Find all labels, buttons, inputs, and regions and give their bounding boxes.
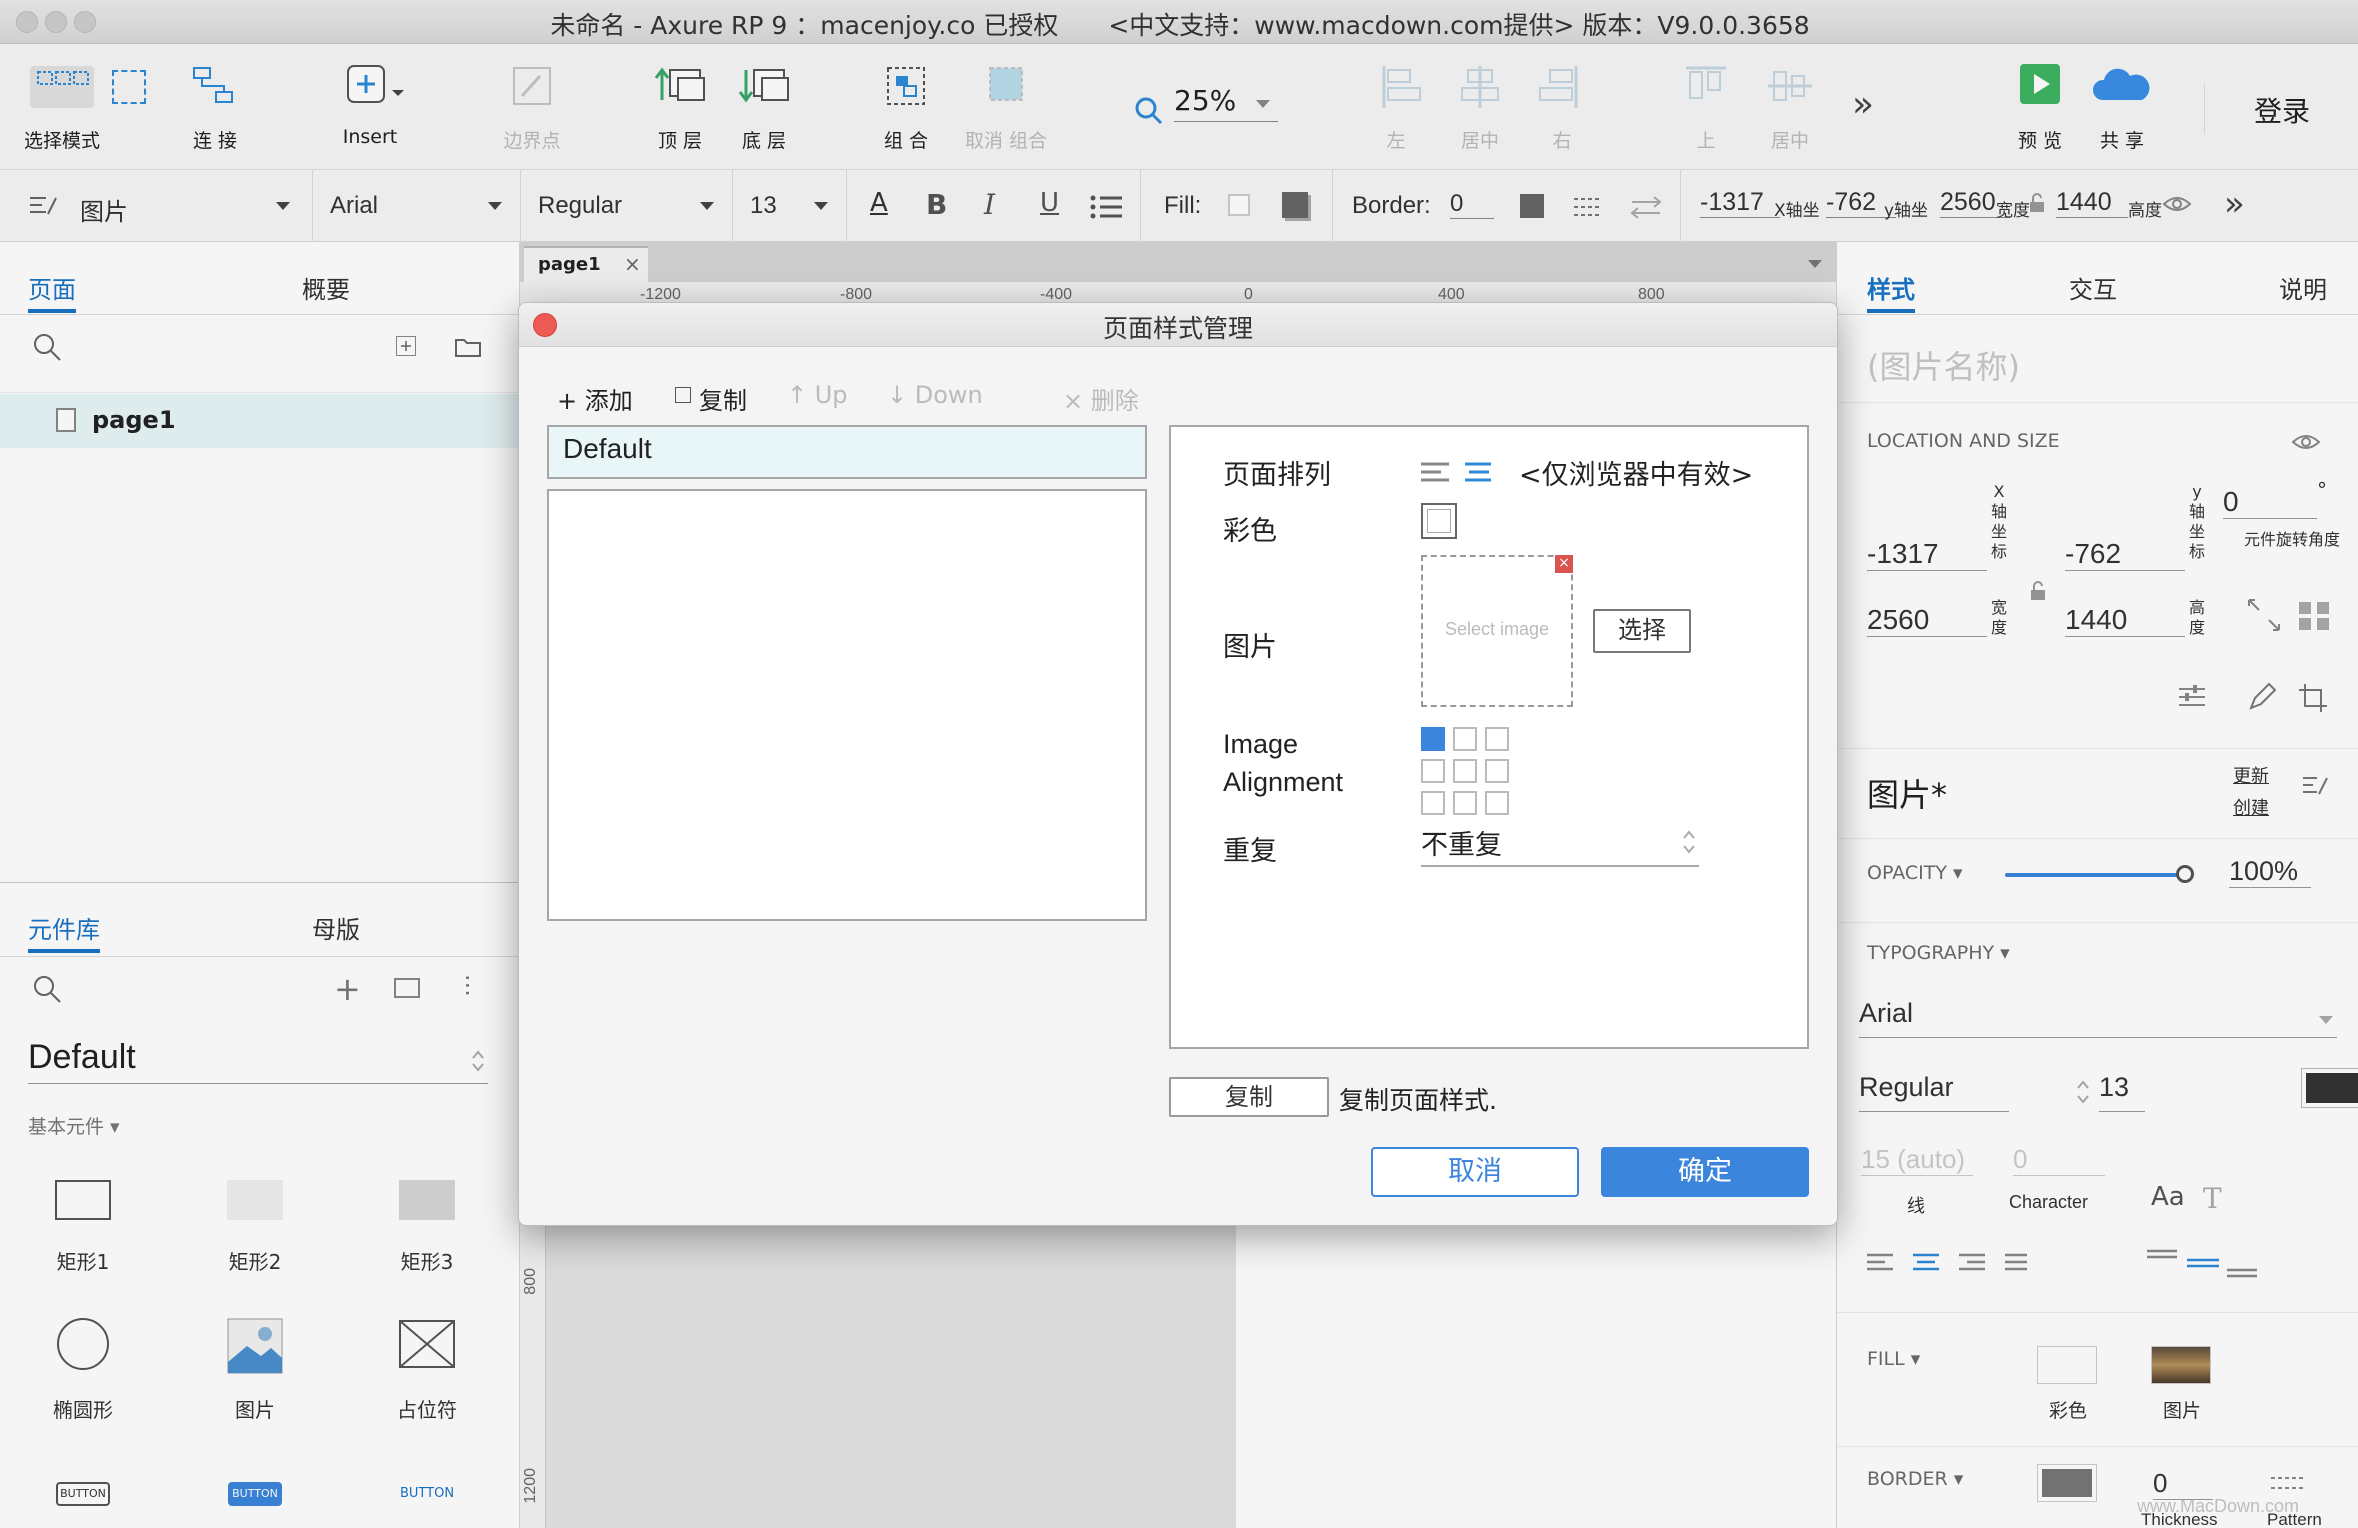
style-properties-panel: 页面排列 <仅浏览器中有效> 彩色 图片 Select image × 选择 I… bbox=[1169, 425, 1809, 1049]
alignment-label-line1: Image bbox=[1223, 729, 1299, 759]
delete-style-button[interactable]: × 删除 bbox=[1063, 381, 1139, 416]
repeat-label: 重复 bbox=[1223, 836, 1277, 867]
ok-button[interactable]: 确定 bbox=[1601, 1147, 1809, 1197]
color-label: 彩色 bbox=[1223, 516, 1277, 547]
repeat-select[interactable]: 不重复 bbox=[1421, 823, 1699, 867]
align-middle-center-cell[interactable] bbox=[1453, 759, 1477, 783]
copy-icon bbox=[675, 387, 691, 403]
page-arrange-label: 页面排列 bbox=[1223, 460, 1331, 491]
align-bottom-center-cell[interactable] bbox=[1453, 791, 1477, 815]
duplicate-style-button[interactable]: 复制 bbox=[699, 381, 747, 416]
color-swatch[interactable] bbox=[1421, 503, 1457, 539]
style-list-item-selected[interactable]: Default bbox=[547, 425, 1147, 479]
move-up-button[interactable]: ↑ Up bbox=[787, 381, 848, 409]
dialog-title: 页面样式管理 bbox=[1102, 314, 1253, 343]
align-options-icons[interactable] bbox=[1421, 461, 1491, 483]
choose-image-button[interactable]: 选择 bbox=[1593, 609, 1691, 653]
add-style-button[interactable]: + 添加 bbox=[557, 381, 633, 416]
copy-page-style-description: 复制页面样式. bbox=[1339, 1086, 1497, 1115]
repeat-value: 不重复 bbox=[1421, 830, 1502, 861]
dialog-titlebar: 页面样式管理 bbox=[519, 303, 1837, 347]
style-name: Default bbox=[563, 433, 652, 464]
image-label: 图片 bbox=[1223, 632, 1277, 663]
align-middle-left-cell[interactable] bbox=[1421, 759, 1445, 783]
chevron-updown-icon bbox=[1683, 830, 1695, 854]
align-top-left-cell[interactable] bbox=[1421, 727, 1445, 751]
remove-image-icon[interactable]: × bbox=[1555, 555, 1573, 573]
align-top-center-cell[interactable] bbox=[1453, 727, 1477, 751]
align-middle-right-cell[interactable] bbox=[1485, 759, 1509, 783]
page-style-manager-dialog: 页面样式管理 + 添加 复制 ↑ Up ↓ Down × 删除 Default … bbox=[518, 302, 1838, 1226]
move-down-button[interactable]: ↓ Down bbox=[887, 381, 983, 409]
align-bottom-right-cell[interactable] bbox=[1485, 791, 1509, 815]
alignment-label-line2: Alignment bbox=[1223, 767, 1344, 797]
style-list[interactable] bbox=[547, 489, 1147, 921]
cancel-button[interactable]: 取消 bbox=[1371, 1147, 1579, 1197]
align-top-right-cell[interactable] bbox=[1485, 727, 1509, 751]
page-arrange-note: <仅浏览器中有效> bbox=[1519, 460, 1754, 491]
align-bottom-left-cell[interactable] bbox=[1421, 791, 1445, 815]
select-image-placeholder: Select image bbox=[1444, 619, 1550, 639]
image-drop-area[interactable]: Select image × bbox=[1421, 555, 1573, 707]
copy-page-style-button[interactable]: 复制 bbox=[1169, 1077, 1329, 1117]
